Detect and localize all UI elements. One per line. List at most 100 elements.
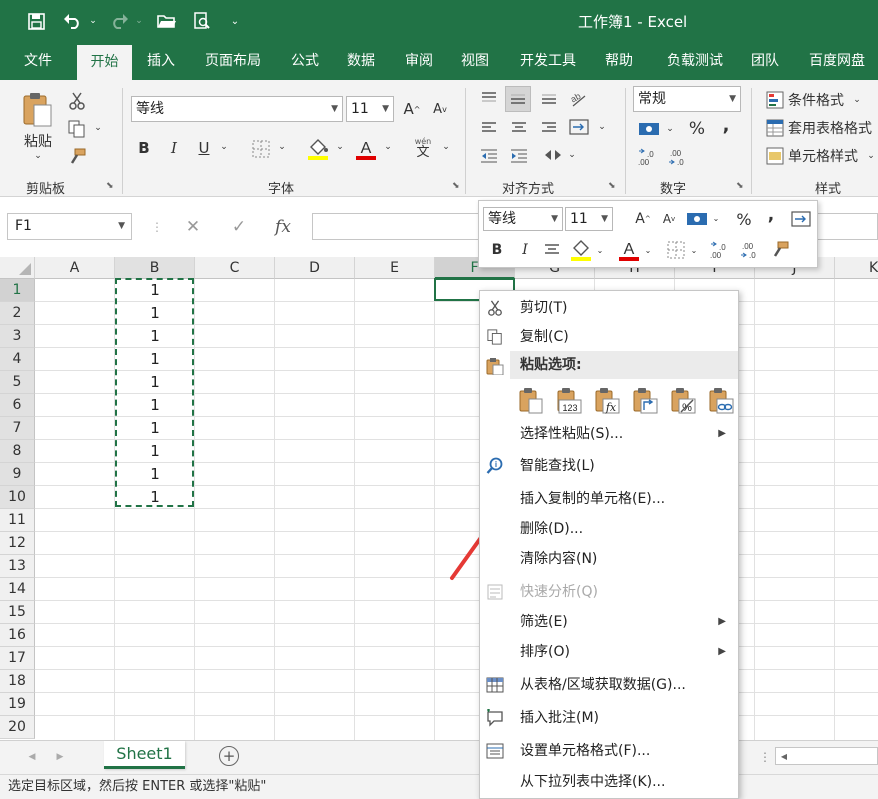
cell-styles-icon[interactable] (765, 146, 785, 166)
mini-font-color-icon[interactable]: A (617, 237, 641, 263)
tab-review[interactable]: 审阅 (396, 42, 442, 80)
row-header-2[interactable]: 2 (0, 302, 35, 325)
format-as-table-button[interactable]: 套用表格格式 (788, 118, 878, 138)
font-color-icon[interactable]: A (354, 136, 378, 162)
tab-team[interactable]: 团队 (742, 42, 788, 80)
mini-shrink-font-icon[interactable]: Av (659, 209, 679, 229)
row-header-15[interactable]: 15 (0, 601, 35, 624)
tab-file[interactable]: 文件 (13, 42, 63, 80)
paste-transpose-icon[interactable] (632, 387, 658, 415)
menu-item-copy[interactable]: 复制(C) (480, 322, 738, 352)
paste-formulas-icon[interactable]: fx (594, 387, 620, 415)
row-header-6[interactable]: 6 (0, 394, 35, 417)
paste-dropdown-icon[interactable]: ⌄ (31, 150, 45, 162)
column-header-d[interactable]: D (275, 257, 355, 279)
mini-font-color-dropdown-icon[interactable]: ⌄ (643, 243, 653, 257)
phonetic-dropdown-icon[interactable]: ⌄ (440, 140, 452, 154)
bold-button[interactable]: B (134, 136, 154, 160)
mini-grow-font-icon[interactable]: A ^ (633, 209, 653, 229)
shrink-font-icon[interactable]: Av (430, 98, 450, 120)
menu-item-cut[interactable]: 剪切(T) (480, 293, 738, 323)
accounting-format-icon[interactable] (636, 118, 662, 140)
print-preview-icon[interactable] (190, 10, 214, 32)
mini-borders-dropdown-icon[interactable]: ⌄ (689, 243, 699, 257)
mini-bold-button[interactable]: B (487, 239, 507, 261)
orientation-icon[interactable]: ab (568, 86, 590, 110)
align-left-icon[interactable] (478, 118, 500, 138)
column-header-a[interactable]: A (35, 257, 115, 279)
font-name-combo[interactable]: 等线 ▼ (131, 96, 343, 122)
merge-dropdown-icon[interactable]: ⌄ (566, 148, 578, 162)
menu-item-clear-contents[interactable]: 清除内容(N) (480, 544, 738, 574)
decrease-decimal-icon[interactable]: .00.0 (666, 146, 692, 168)
mini-italic-button[interactable]: I (515, 239, 535, 261)
save-icon[interactable] (24, 10, 48, 32)
undo-icon[interactable] (58, 10, 88, 32)
customize-qat-icon[interactable]: ⌄ (228, 10, 242, 32)
underline-dropdown-icon[interactable]: ⌄ (218, 140, 230, 154)
mini-font-size-combo[interactable]: 11 ▼ (565, 207, 613, 231)
redo-dropdown-icon[interactable]: ⌄ (134, 10, 144, 32)
underline-button[interactable]: U (194, 136, 214, 160)
align-bottom-icon[interactable] (538, 88, 560, 108)
row-header-3[interactable]: 3 (0, 325, 35, 348)
cancel-entry-button[interactable]: ✕ (178, 213, 208, 240)
row-header-7[interactable]: 7 (0, 417, 35, 440)
tab-insert[interactable]: 插入 (136, 42, 186, 80)
cut-icon[interactable] (66, 90, 88, 112)
tab-help[interactable]: 帮助 (596, 42, 642, 80)
borders-dropdown-icon[interactable]: ⌄ (276, 140, 288, 154)
column-header-c[interactable]: C (195, 257, 275, 279)
row-header-4[interactable]: 4 (0, 348, 35, 371)
copy-icon[interactable] (66, 118, 88, 140)
row-header-16[interactable]: 16 (0, 624, 35, 647)
wrap-dropdown-icon[interactable]: ⌄ (596, 120, 608, 134)
tab-developer[interactable]: 开发工具 (510, 42, 586, 80)
percent-style-button[interactable]: % (686, 118, 708, 140)
row-header-17[interactable]: 17 (0, 647, 35, 670)
row-header-5[interactable]: 5 (0, 371, 35, 394)
scroll-left-arrow-icon[interactable]: ◀ (779, 750, 789, 762)
row-header-10[interactable]: 10 (0, 486, 35, 509)
horizontal-scrollbar[interactable]: ◀ (775, 747, 878, 765)
mini-increase-decimal-icon[interactable]: .00.0 (709, 239, 733, 261)
row-header-19[interactable]: 19 (0, 693, 35, 716)
paste-button[interactable]: 粘贴 (18, 132, 58, 150)
number-format-combo[interactable]: 常规 ▼ (633, 86, 741, 112)
alignment-launcher-icon[interactable]: ⬊ (608, 181, 616, 191)
menu-item-get-data[interactable]: 从表格/区域获取数据(G)... (480, 670, 738, 700)
align-middle-icon[interactable] (505, 86, 531, 112)
increase-decimal-icon[interactable]: .00.0 (636, 146, 662, 168)
borders-icon[interactable] (250, 138, 272, 160)
tab-baidu-pan[interactable]: 百度网盘 (800, 42, 874, 80)
menu-item-quick-analysis[interactable]: 快速分析(Q) (480, 577, 738, 607)
row-header-14[interactable]: 14 (0, 578, 35, 601)
select-all-corner[interactable] (0, 257, 35, 279)
cell-styles-dropdown-icon[interactable]: ⌄ (866, 148, 876, 164)
row-header-18[interactable]: 18 (0, 670, 35, 693)
align-center-icon[interactable] (508, 118, 530, 138)
tab-view[interactable]: 视图 (452, 42, 498, 80)
wrap-text-icon[interactable] (568, 116, 590, 138)
row-header-13[interactable]: 13 (0, 555, 35, 578)
mini-fill-dropdown-icon[interactable]: ⌄ (595, 243, 605, 257)
paste-link-icon[interactable] (708, 387, 734, 415)
paste-formatting-icon[interactable]: % (670, 387, 696, 415)
accounting-dropdown-icon[interactable]: ⌄ (664, 122, 676, 136)
sheet-tab-sheet1[interactable]: Sheet1 (104, 741, 185, 769)
conditional-format-icon[interactable] (765, 90, 785, 110)
mini-percent-button[interactable]: % (733, 209, 755, 229)
open-folder-icon[interactable] (155, 10, 179, 32)
insert-function-button[interactable]: fx (268, 213, 298, 240)
row-header-11[interactable]: 11 (0, 509, 35, 532)
copy-dropdown-icon[interactable]: ⌄ (92, 122, 104, 134)
row-header-9[interactable]: 9 (0, 463, 35, 486)
mini-wrap-text-icon[interactable] (789, 209, 813, 229)
menu-item-format-cells[interactable]: 设置单元格格式(F)... (480, 736, 738, 766)
column-header-b[interactable]: B (115, 257, 195, 279)
clipboard-launcher-icon[interactable]: ⬊ (106, 181, 114, 191)
mini-accounting-icon[interactable] (685, 209, 709, 229)
font-color-dropdown-icon[interactable]: ⌄ (382, 140, 394, 154)
font-size-combo[interactable]: 11 ▼ (346, 96, 394, 122)
comma-style-button[interactable]: , (716, 114, 736, 136)
